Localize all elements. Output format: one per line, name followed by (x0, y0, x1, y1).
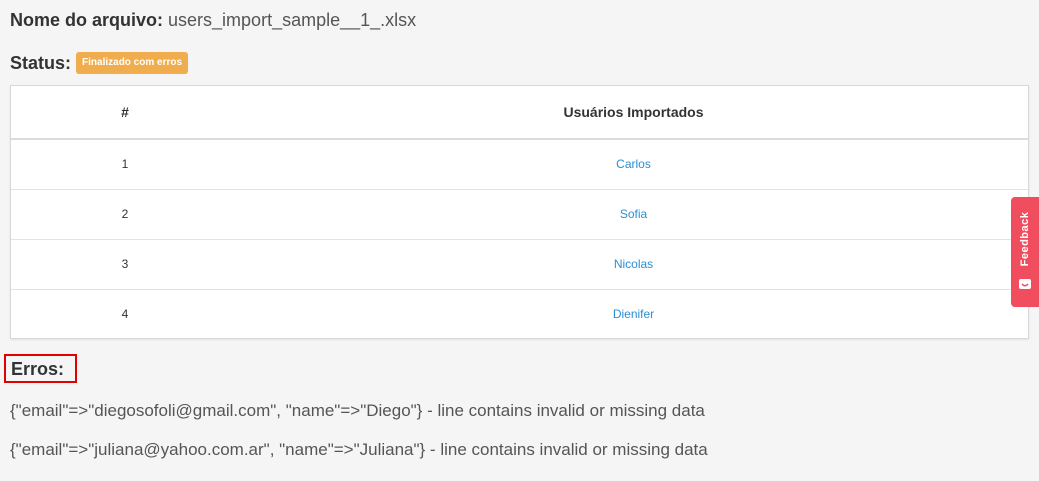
feedback-button[interactable]: Feedback (1011, 197, 1039, 307)
file-name-label: Nome do arquivo: (10, 10, 164, 30)
smile-icon (1019, 279, 1031, 289)
table-row: 1 Carlos (11, 139, 1028, 190)
status-row: Status: Finalizado com erros (10, 51, 189, 75)
error-line: {"email"=>"diegosofoli@gmail.com", "name… (10, 401, 705, 420)
file-name-value: users_import_sample__1_.xlsx (168, 10, 417, 30)
table-row: 3 Nicolas (11, 239, 1028, 290)
row-number: 4 (121, 307, 129, 322)
row-number: 1 (11, 139, 239, 190)
table-row: 2 Sofia (11, 189, 1028, 240)
user-link[interactable]: Dienifer (613, 307, 654, 321)
column-header-users: Usuários Importados (239, 86, 1028, 140)
file-name-row: Nome do arquivo: users_import_sample__1_… (10, 8, 416, 32)
user-link[interactable]: Nicolas (614, 257, 653, 271)
row-number: 2 (11, 189, 239, 240)
table-row: 4 Dienifer (11, 289, 1028, 339)
status-badge: Finalizado com erros (76, 52, 189, 74)
user-link[interactable]: Sofia (620, 207, 647, 221)
error-line: {"email"=>"juliana@yahoo.com.ar", "name"… (10, 440, 708, 459)
feedback-label: Feedback (1019, 211, 1031, 267)
user-link[interactable]: Carlos (616, 157, 651, 171)
row-number: 3 (11, 239, 239, 290)
column-header-number: # (11, 86, 239, 140)
status-label: Status: (10, 53, 72, 73)
table-header-row: # Usuários Importados (11, 86, 1028, 140)
imported-users-table: # Usuários Importados 1 Carlos 2 Sofia 3… (10, 85, 1029, 339)
errors-title: Erros: (4, 354, 77, 383)
